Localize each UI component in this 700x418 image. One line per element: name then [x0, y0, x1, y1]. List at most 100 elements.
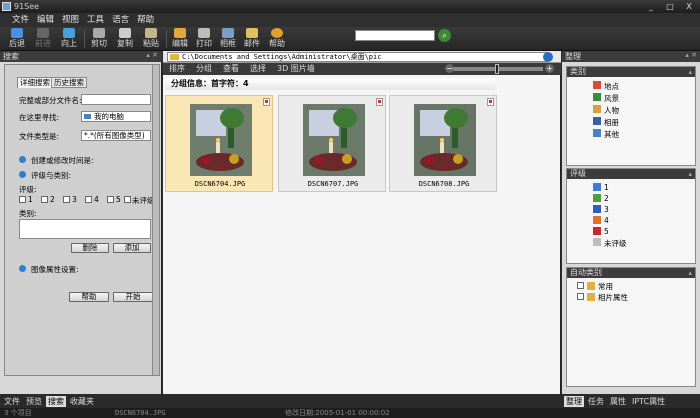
category-list[interactable]: [19, 219, 151, 239]
rating-2-checkbox[interactable]: [41, 196, 48, 203]
location-icon: [593, 81, 601, 89]
computer-icon: [84, 114, 91, 119]
rating-4-checkbox[interactable]: [85, 196, 92, 203]
edit-icon: [174, 28, 186, 38]
search-in-select[interactable]: 我的电脑: [81, 111, 151, 122]
mail-icon: [246, 28, 258, 38]
delete-button[interactable]: 删除: [71, 243, 109, 253]
flag-icon: [376, 98, 383, 106]
search-go-icon[interactable]: ⌕: [438, 29, 451, 42]
tab-search[interactable]: 搜索: [46, 395, 66, 407]
tab-preview[interactable]: 预览: [24, 396, 44, 407]
group-header[interactable]: 分组信息：首字符：4: [165, 78, 495, 90]
tab-detail-search[interactable]: 详细搜索: [17, 77, 53, 88]
tab-organize[interactable]: 整理: [564, 395, 584, 407]
date-section-label: 创建或修改时间是:: [31, 156, 94, 165]
expand-icon[interactable]: [19, 156, 26, 163]
left-bottom-tabs: 文件 预览 搜索 收藏夹: [0, 394, 162, 408]
copy-button[interactable]: 复制: [113, 28, 137, 50]
category-other[interactable]: 其他: [604, 129, 619, 140]
panel-controls[interactable]: ▴ ✕: [146, 51, 158, 59]
up-button[interactable]: 向上: [57, 28, 81, 50]
group-menu[interactable]: 分组: [196, 63, 212, 75]
frame-icon: [222, 28, 234, 38]
maximize-button[interactable]: □: [662, 1, 678, 12]
expand-checkbox[interactable]: [577, 282, 584, 289]
rating-3-item[interactable]: 3: [604, 205, 609, 214]
menu-bar: 文件 编辑 视图 工具 语言 帮助: [0, 13, 700, 27]
rating-1-item[interactable]: 1: [604, 183, 609, 192]
help-button[interactable]: 帮助: [265, 28, 289, 50]
tab-iptc[interactable]: IPTC属性: [630, 396, 667, 407]
print-button[interactable]: 打印: [193, 28, 215, 50]
tab-properties[interactable]: 属性: [608, 396, 628, 407]
auto-photo-props[interactable]: 相片属性: [598, 292, 628, 303]
forward-button[interactable]: 前进: [31, 28, 55, 50]
zoom-in-icon[interactable]: +: [545, 64, 554, 73]
rating-3-checkbox[interactable]: [63, 196, 70, 203]
select-menu[interactable]: 选择: [250, 63, 266, 75]
status-bar: 3 个项目 DSCN6704.JPG 修改日期:2005-01-01 00:00…: [0, 408, 700, 418]
unrated-item[interactable]: 未评级: [604, 238, 627, 249]
menu-help[interactable]: 帮助: [133, 13, 158, 27]
sort-menu[interactable]: 排序: [169, 63, 185, 75]
frame-button[interactable]: 相框: [217, 28, 239, 50]
view-menu[interactable]: 查看: [223, 63, 239, 75]
category-album[interactable]: 相册: [604, 117, 619, 128]
address-go-icon[interactable]: [543, 52, 553, 62]
collapse-icon[interactable]: ▴: [688, 268, 692, 278]
thumbnail-caption: DSCN6704.JPG: [194, 180, 246, 188]
zoom-slider-handle[interactable]: [495, 64, 499, 74]
category-landscape[interactable]: 风景: [604, 93, 619, 104]
start-search-button[interactable]: 开始: [113, 292, 153, 302]
expand-icon[interactable]: [19, 265, 26, 272]
rating-5-item[interactable]: 5: [604, 227, 609, 236]
thumbnail[interactable]: DSCN6707.JPG: [278, 95, 386, 192]
filetype-select[interactable]: *.*(所有图像类型): [81, 130, 151, 141]
address-input[interactable]: C:\Documents and Settings\Administrator\…: [167, 52, 547, 62]
rating-5-checkbox[interactable]: [107, 196, 114, 203]
thumbnail[interactable]: DSCN6704.JPG: [165, 95, 273, 192]
scrollbar[interactable]: [152, 64, 160, 376]
menu-tools[interactable]: 工具: [83, 13, 108, 27]
folder-icon: [170, 54, 179, 60]
filename-input[interactable]: [81, 94, 151, 105]
back-button[interactable]: 后退: [5, 28, 29, 50]
rating-3-icon: [593, 205, 601, 213]
copy-icon: [119, 28, 131, 38]
collapse-icon[interactable]: [19, 171, 26, 178]
unrated-checkbox[interactable]: [124, 196, 131, 203]
panel-controls[interactable]: ▴ ✕: [685, 51, 697, 59]
category-location[interactable]: 地点: [604, 81, 619, 92]
tab-favorites[interactable]: 收藏夹: [68, 396, 96, 407]
menu-view[interactable]: 视图: [58, 13, 83, 27]
rating-4-item[interactable]: 4: [604, 216, 609, 225]
tab-history-search[interactable]: 历史搜索: [51, 77, 87, 88]
help-search-button[interactable]: 帮助: [69, 292, 109, 302]
menu-language[interactable]: 语言: [108, 13, 133, 27]
mail-button[interactable]: 邮件: [241, 28, 263, 50]
window-controls: _ □ X: [643, 1, 697, 12]
add-button[interactable]: 添加: [113, 243, 151, 253]
tab-files[interactable]: 文件: [2, 396, 22, 407]
collapse-icon[interactable]: ▴: [688, 169, 692, 179]
rating-1-checkbox[interactable]: [19, 196, 26, 203]
thumbnail[interactable]: DSCN6708.JPG: [389, 95, 497, 192]
category-people[interactable]: 人物: [604, 105, 619, 116]
group-header-text: 分组信息：首字符：4: [171, 79, 249, 88]
search-input[interactable]: [355, 30, 435, 41]
expand-checkbox[interactable]: [577, 293, 584, 300]
menu-file[interactable]: 文件: [8, 13, 33, 27]
cut-button[interactable]: 剪切: [87, 28, 111, 50]
paste-button[interactable]: 粘贴: [139, 28, 163, 50]
collapse-icon[interactable]: ▴: [688, 67, 692, 77]
menu-edit[interactable]: 编辑: [33, 13, 58, 27]
3d-wall-button[interactable]: 3D 图片墙: [277, 63, 315, 75]
minimize-button[interactable]: _: [643, 1, 659, 12]
rating-2-item[interactable]: 2: [604, 194, 609, 203]
auto-common[interactable]: 常用: [598, 281, 613, 292]
tab-tasks[interactable]: 任务: [586, 396, 606, 407]
edit-button[interactable]: 编辑: [169, 28, 191, 50]
title-bar: 91See: [0, 0, 700, 13]
close-button[interactable]: X: [681, 1, 697, 12]
